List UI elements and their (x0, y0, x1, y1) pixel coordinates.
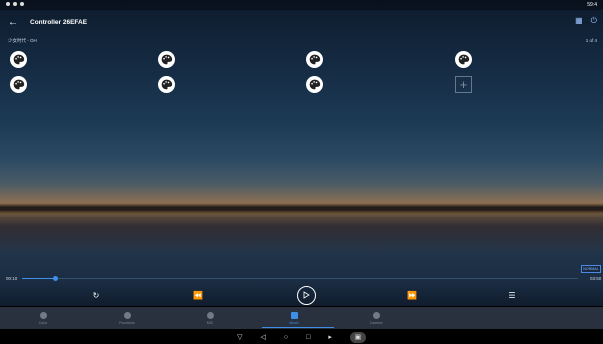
rewind-button[interactable]: ⏪ (190, 286, 206, 304)
back-arrow-icon[interactable]: ← (8, 17, 18, 28)
functions-icon (123, 311, 131, 319)
active-tab-indicator (262, 327, 334, 328)
mic-icon (206, 311, 214, 319)
recents-icon[interactable]: □ (306, 334, 310, 341)
music-icon (290, 311, 298, 319)
palette-button-4[interactable] (455, 51, 472, 68)
status-icons (6, 2, 27, 8)
rewind-icon: ⏪ (193, 290, 203, 300)
fast-forward-button[interactable]: ⏩ (404, 286, 420, 304)
color-icon (39, 311, 47, 319)
home-icon[interactable]: ○ (284, 334, 288, 341)
palette-icon (309, 79, 321, 90)
playlist-button[interactable]: ☰ (504, 286, 520, 304)
repeat-icon: ↻ (92, 290, 100, 300)
fast-forward-icon: ⏩ (407, 290, 417, 300)
page-title: Controller 26EFAE (30, 18, 88, 26)
camera-icon (372, 311, 380, 319)
add-button[interactable]: + (455, 76, 472, 93)
tab-color[interactable]: Color (13, 307, 73, 329)
palette-button-3[interactable] (306, 51, 323, 68)
palette-button-1[interactable] (10, 51, 27, 68)
total-time: 03:50 (590, 276, 602, 281)
tab-functions[interactable]: Functions (97, 307, 157, 329)
tab-label: Camera (369, 320, 383, 325)
group-label: 少女时代 - OH (8, 38, 37, 43)
palette-button-2[interactable] (158, 51, 175, 68)
background-sunset (0, 0, 603, 306)
progress-track[interactable] (22, 278, 578, 279)
elapsed-time: 00:10 (6, 276, 18, 281)
back-icon[interactable]: ◁ (261, 333, 266, 341)
play-icon (296, 285, 316, 305)
tab-label: Functions (119, 320, 135, 325)
water-reflection (0, 216, 603, 254)
dot-icon (13, 2, 17, 6)
repeat-button[interactable]: ↻ (88, 286, 104, 304)
tab-camera[interactable]: Camera (346, 307, 406, 329)
palette-icon (13, 79, 25, 90)
system-nav-bar: ▽ ◁ ○ □ ▸ ▣ (0, 330, 603, 344)
palette-icon (309, 54, 321, 65)
progress-knob[interactable] (52, 276, 58, 281)
tab-label: Color (38, 320, 48, 325)
tab-music[interactable]: Music (264, 307, 324, 329)
tab-mic[interactable]: MIC (180, 307, 240, 329)
grid-icon[interactable]: ▦ (575, 16, 583, 26)
horizon-band (0, 203, 603, 215)
palette-button-6[interactable] (158, 76, 175, 93)
palette-icon (161, 54, 173, 65)
dot-icon (20, 2, 24, 6)
mode-badge[interactable]: NORMAL (581, 265, 601, 273)
app-bar: ← Controller 26EFAE ▦ ⏻ (0, 12, 603, 32)
status-bar: 59:4 (0, 0, 603, 10)
power-icon[interactable]: ⏻ (591, 16, 597, 26)
screenshot-icon[interactable]: ▣ (349, 331, 366, 343)
tab-label: Music (289, 320, 299, 325)
dot-icon (6, 2, 10, 6)
playlist-icon: ☰ (508, 290, 516, 300)
status-time: 59:4 (587, 2, 597, 8)
palette-icon (13, 54, 25, 65)
palette-button-5[interactable] (10, 76, 27, 93)
volume-up-icon[interactable]: ▸ (328, 333, 332, 341)
plus-icon: + (459, 77, 468, 92)
page-indicator: 1 of 4 (585, 38, 597, 43)
palette-button-7[interactable] (306, 76, 323, 93)
tab-label: MIC (206, 320, 214, 325)
palette-icon (161, 79, 173, 90)
volume-down-icon[interactable]: ▽ (237, 333, 242, 341)
play-button[interactable] (295, 285, 317, 305)
progress-fill (22, 278, 56, 279)
palette-icon (458, 54, 470, 65)
